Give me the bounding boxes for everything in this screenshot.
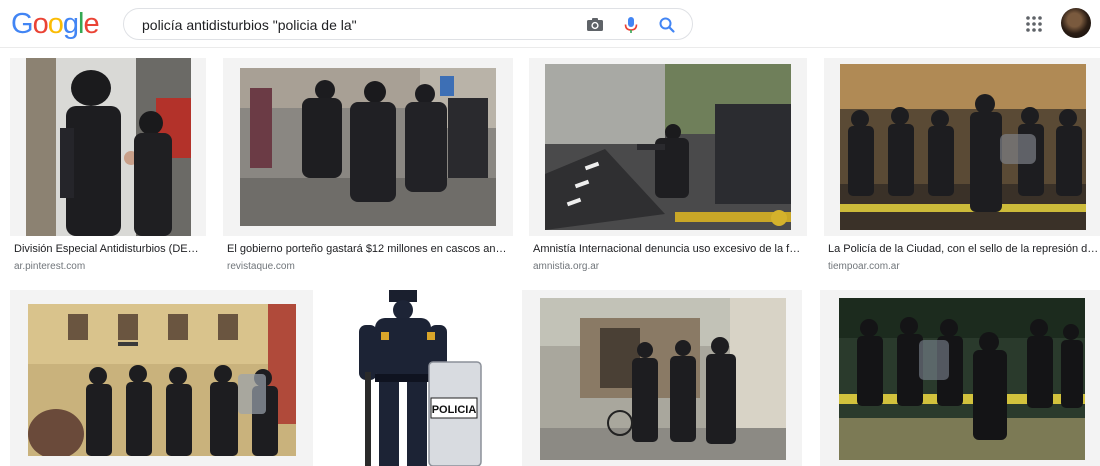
result-title[interactable]: El gobierno porteño gastará $12 millones… <box>227 243 511 255</box>
header-divider <box>0 47 1100 48</box>
result-thumbnail[interactable] <box>540 298 786 460</box>
image-result[interactable] <box>824 58 1100 236</box>
top-bar: Google <box>0 0 1100 48</box>
google-logo[interactable]: Google <box>11 8 100 40</box>
logo-letter: e <box>83 8 99 40</box>
image-result[interactable] <box>529 58 807 236</box>
result-title[interactable]: División Especial Antidisturbios (DE… <box>14 243 202 255</box>
search-input[interactable] <box>142 15 582 35</box>
account-avatar[interactable] <box>1061 8 1091 38</box>
result-thumbnail[interactable] <box>839 298 1085 460</box>
logo-letter: g <box>62 8 79 40</box>
result-source[interactable]: amnistia.org.ar <box>533 261 599 272</box>
logo-letter: o <box>47 8 64 40</box>
result-thumbnail[interactable] <box>28 304 296 456</box>
image-result[interactable] <box>10 290 313 466</box>
image-result[interactable] <box>10 58 206 236</box>
result-source[interactable]: ar.pinterest.com <box>14 261 85 272</box>
logo-letter: G <box>11 8 34 40</box>
image-result[interactable]: POLICIA <box>331 290 504 466</box>
result-thumbnail[interactable]: POLICIA <box>331 290 504 466</box>
image-result[interactable] <box>820 290 1100 466</box>
result-thumbnail[interactable] <box>26 58 191 236</box>
microphone-icon[interactable] <box>621 15 641 35</box>
camera-icon[interactable] <box>585 15 605 35</box>
logo-letter: o <box>32 8 49 40</box>
result-source[interactable]: revistaque.com <box>227 261 295 272</box>
result-thumbnail[interactable] <box>240 68 496 226</box>
shield-label: POLICIA <box>432 404 477 416</box>
apps-grid-icon[interactable] <box>1024 14 1044 34</box>
result-thumbnail[interactable] <box>545 64 791 230</box>
result-title[interactable]: La Policía de la Ciudad, con el sello de… <box>828 243 1100 255</box>
result-source[interactable]: tiempoar.com.ar <box>828 261 900 272</box>
result-thumbnail[interactable] <box>840 64 1086 230</box>
image-result[interactable] <box>522 290 802 466</box>
search-box <box>123 8 693 40</box>
search-icon[interactable] <box>657 15 677 35</box>
image-result[interactable] <box>223 58 513 236</box>
result-title[interactable]: Amnistía Internacional denuncia uso exce… <box>533 243 805 255</box>
